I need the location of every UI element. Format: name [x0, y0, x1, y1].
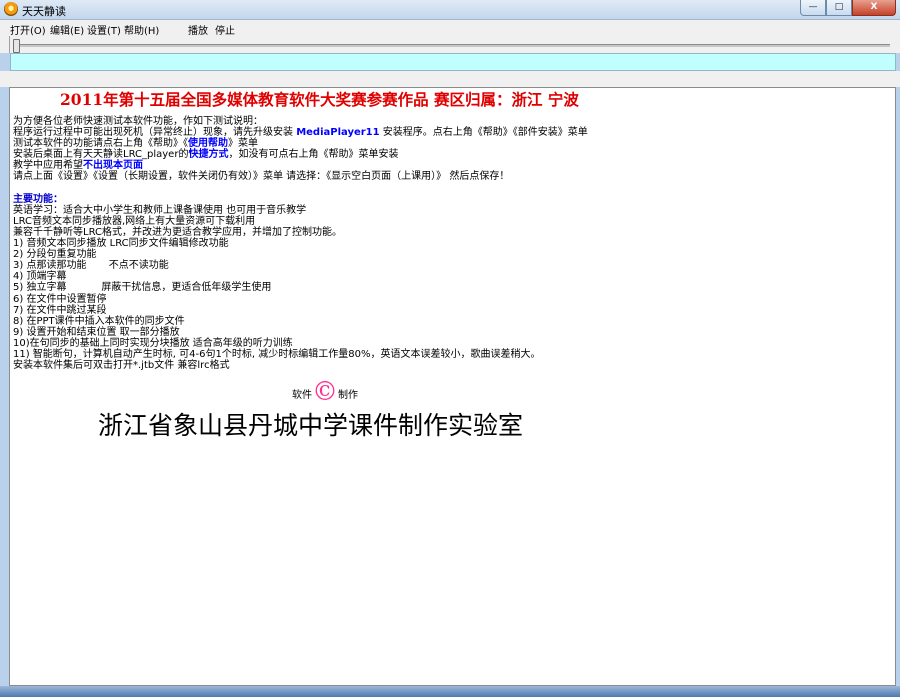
- credit-software: 软件: [292, 390, 312, 401]
- intro-line: 测试本软件的功能请点右上角《帮助》《使用帮助》菜单: [13, 138, 258, 150]
- app-icon[interactable]: [4, 2, 18, 16]
- feature-line: 6) 在文件中设置暂停: [13, 293, 107, 305]
- progress-slider-area: [0, 36, 900, 53]
- intro-line: 请点上面《设置》《设置（长期设置，软件关闭仍有效）》菜单 请选择：《显示空白页面…: [13, 171, 510, 183]
- window-controls: — □ X: [800, 0, 896, 16]
- subtitle-band: [10, 53, 896, 71]
- usage-help-highlight: 使用帮助: [188, 138, 228, 150]
- maximize-button[interactable]: □: [826, 0, 852, 16]
- menu-play[interactable]: 播放: [188, 22, 208, 37]
- close-button[interactable]: X: [852, 0, 896, 16]
- window-title: 天天静读: [22, 5, 66, 18]
- feature-line: 3) 点那读那功能 不点不读功能: [13, 260, 169, 272]
- competition-headline: 2011年第十五届全国多媒体教育软件大奖赛参赛作品 赛区归属：浙江 宁波: [60, 90, 579, 109]
- feature-line: 兼容千千静听等LRC格式，并改进为更适合教学应用，并增加了控制功能。: [13, 226, 343, 238]
- progress-track[interactable]: [14, 44, 890, 47]
- minimize-button[interactable]: —: [800, 0, 826, 16]
- feature-line: 5) 独立字幕 屏蔽干扰信息，更适合低年级学生使用: [13, 282, 272, 294]
- menu-stop[interactable]: 停止: [215, 22, 235, 37]
- menu-open[interactable]: 打开(O): [10, 22, 46, 37]
- instructions-text: 为方便各位老师快速测试本软件功能，作如下测试说明： 程序运行过程中可能出现死机（…: [13, 116, 893, 371]
- feature-line: LRC音频文本同步播放器,网络上有大量资源可下载利用: [13, 215, 256, 227]
- lab-name: 浙江省象山县丹城中学课件制作实验室: [98, 411, 524, 440]
- title-bar: 天天静读 — □ X: [0, 0, 900, 20]
- feature-line: 11) 智能断句，计算机自动产生时标, 可4-6句1个时标, 减少时标编辑工作量…: [13, 348, 541, 360]
- menu-settings[interactable]: 设置(T): [87, 22, 121, 37]
- menu-help[interactable]: 帮助(H): [124, 22, 159, 37]
- progress-thumb[interactable]: [13, 39, 20, 53]
- intro-line: 程序运行过程中可能出现死机（异常终止）现象，请先升级安装 MediaPlayer…: [13, 127, 588, 139]
- intro-line: 教学中应用希望不出现本页面: [13, 160, 143, 172]
- mediaplayer-highlight: MediaPlayer11: [296, 127, 380, 139]
- menu-edit[interactable]: 编辑(E): [50, 22, 84, 37]
- credit-made: 制作: [338, 390, 358, 401]
- divider: [9, 36, 10, 53]
- feature-line: 10)在句同步的基础上同时实现分块播放 适合高年级的听力训练: [13, 337, 293, 349]
- feature-line: 1) 音频文本同步播放 LRC同步文件编辑修改功能: [13, 238, 229, 250]
- feature-line: 英语学习：适合大中小学生和教师上课备课使用 也可用于音乐教学: [13, 204, 307, 216]
- feature-line: 2) 分段句重复功能: [13, 249, 97, 261]
- feature-line: 7) 在文件中跳过某段: [13, 304, 107, 316]
- intro-line: 安装后桌面上有天天静读LRC_player的快捷方式，如没有可点右上角《帮助》菜…: [13, 149, 399, 161]
- feature-line: 8) 在PPT课件中插入本软件的同步文件: [13, 315, 185, 327]
- credit-line: 软件©制作: [292, 377, 358, 407]
- shortcut-highlight: 快捷方式: [188, 149, 229, 161]
- feature-line: 4) 顶端字幕: [13, 271, 67, 283]
- copyright-icon: ©: [312, 377, 338, 407]
- features-heading: 主要功能：: [13, 193, 63, 205]
- taskbar-edge: [0, 686, 900, 697]
- feature-line: 安装本软件集后可双击打开*.jtb文件 兼容lrc格式: [13, 360, 230, 372]
- feature-line: 9) 设置开始和结束位置 取一部分播放: [13, 326, 180, 338]
- text-display-area[interactable]: 2011年第十五届全国多媒体教育软件大奖赛参赛作品 赛区归属：浙江 宁波 为方便…: [9, 87, 896, 686]
- hide-page-highlight: 不出现本页面: [83, 160, 143, 172]
- menu-bar: 打开(O) 编辑(E) 设置(T) 帮助(H) 播放 停止: [0, 20, 900, 37]
- intro-line: 为方便各位老师快速测试本软件功能，作如下测试说明：: [13, 116, 263, 127]
- toolbar-gap: [0, 71, 900, 87]
